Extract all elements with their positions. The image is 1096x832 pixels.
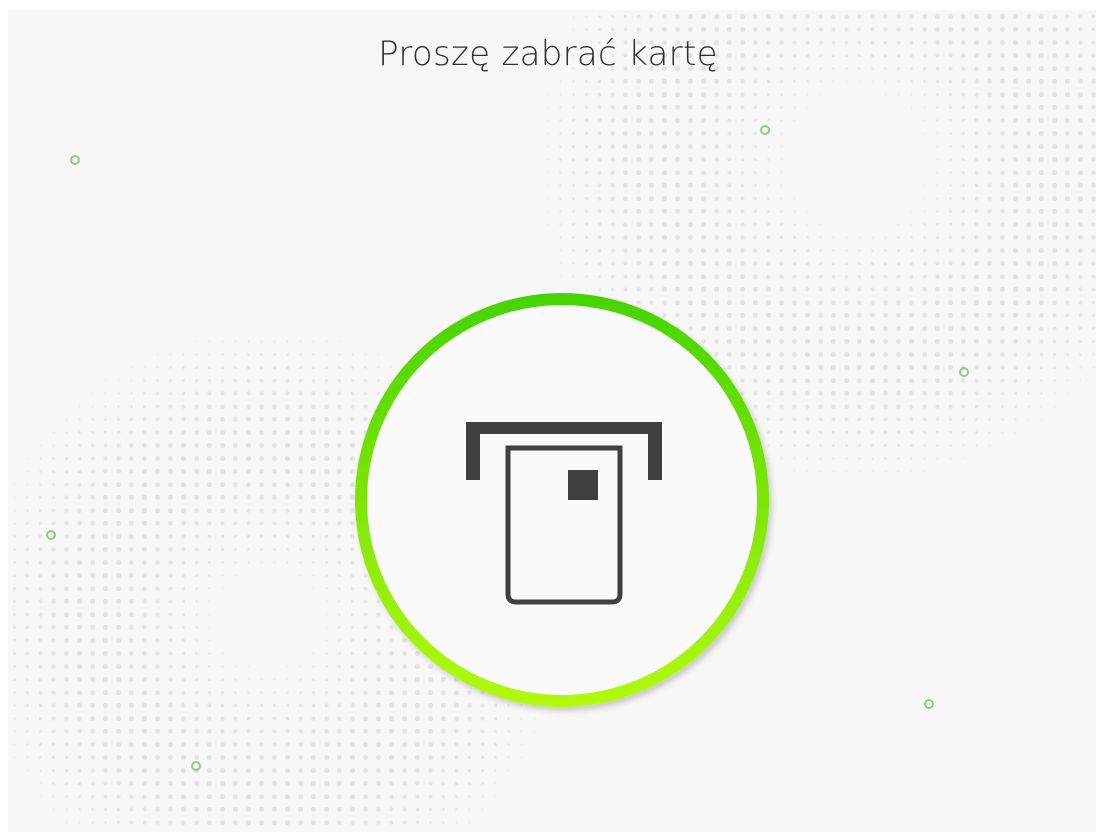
decor-bubble xyxy=(191,761,201,771)
card-eject-icon xyxy=(466,422,662,605)
decor-bubble xyxy=(760,125,770,135)
page-title: Proszę zabrać kartę xyxy=(378,34,718,74)
decor-bubble xyxy=(924,699,934,709)
decor-bubble xyxy=(46,530,56,540)
atm-screen: Proszę zabrać kartę xyxy=(0,0,1096,832)
status-ring xyxy=(344,284,780,720)
decor-bubble xyxy=(959,367,969,377)
decor-bubble xyxy=(70,155,80,165)
